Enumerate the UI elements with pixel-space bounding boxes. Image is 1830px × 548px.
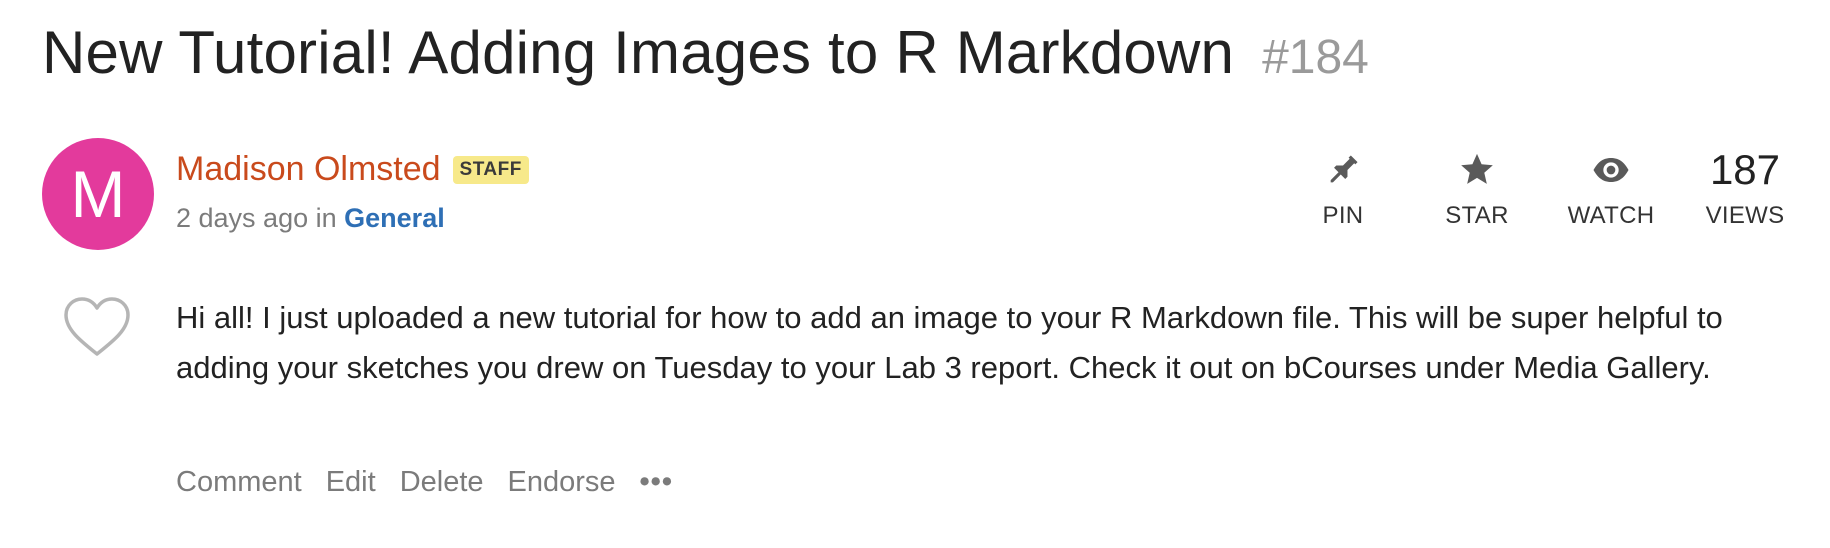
- views-count: 187: [1709, 146, 1781, 193]
- category-link[interactable]: General: [344, 203, 445, 233]
- meta-in-text: in: [315, 203, 337, 233]
- star-button[interactable]: STAR: [1422, 140, 1532, 230]
- views-label: VIEWS: [1705, 202, 1785, 229]
- endorse-button[interactable]: Endorse: [508, 466, 616, 499]
- staff-badge: STAFF: [452, 155, 529, 184]
- post-title: New Tutorial! Adding Images to R Markdow…: [42, 19, 1235, 86]
- pin-label: PIN: [1322, 202, 1364, 229]
- post-page: New Tutorial! Adding Images to R Markdow…: [0, 0, 1830, 548]
- eye-icon: [1591, 140, 1631, 200]
- star-icon: [1458, 140, 1496, 200]
- heart-icon[interactable]: [62, 296, 132, 358]
- author-row: Madison Olmsted STAFF: [176, 150, 529, 189]
- star-label: STAR: [1445, 202, 1509, 229]
- post-header: New Tutorial! Adding Images to R Markdow…: [42, 18, 1369, 87]
- delete-button[interactable]: Delete: [400, 466, 484, 499]
- post-number: #184: [1262, 31, 1369, 84]
- post-meta: 2 days ago in General: [176, 203, 445, 234]
- comment-button[interactable]: Comment: [176, 466, 302, 499]
- post-actions: PIN STAR WATCH 187 VIEWS: [1264, 140, 1800, 230]
- views-counter: 187 VIEWS: [1690, 140, 1800, 230]
- post-footer-actions: Comment Edit Delete Endorse •••: [176, 466, 673, 499]
- avatar[interactable]: M: [42, 138, 154, 250]
- pin-icon: [1324, 140, 1362, 200]
- watch-button[interactable]: WATCH: [1556, 140, 1666, 230]
- author-name[interactable]: Madison Olmsted: [176, 150, 441, 189]
- watch-label: WATCH: [1567, 202, 1655, 229]
- pin-button[interactable]: PIN: [1288, 140, 1398, 230]
- post-time: 2 days ago: [176, 203, 309, 233]
- post-body: Hi all! I just uploaded a new tutorial f…: [176, 300, 1723, 385]
- more-options-icon[interactable]: •••: [640, 466, 673, 499]
- edit-button[interactable]: Edit: [326, 466, 376, 499]
